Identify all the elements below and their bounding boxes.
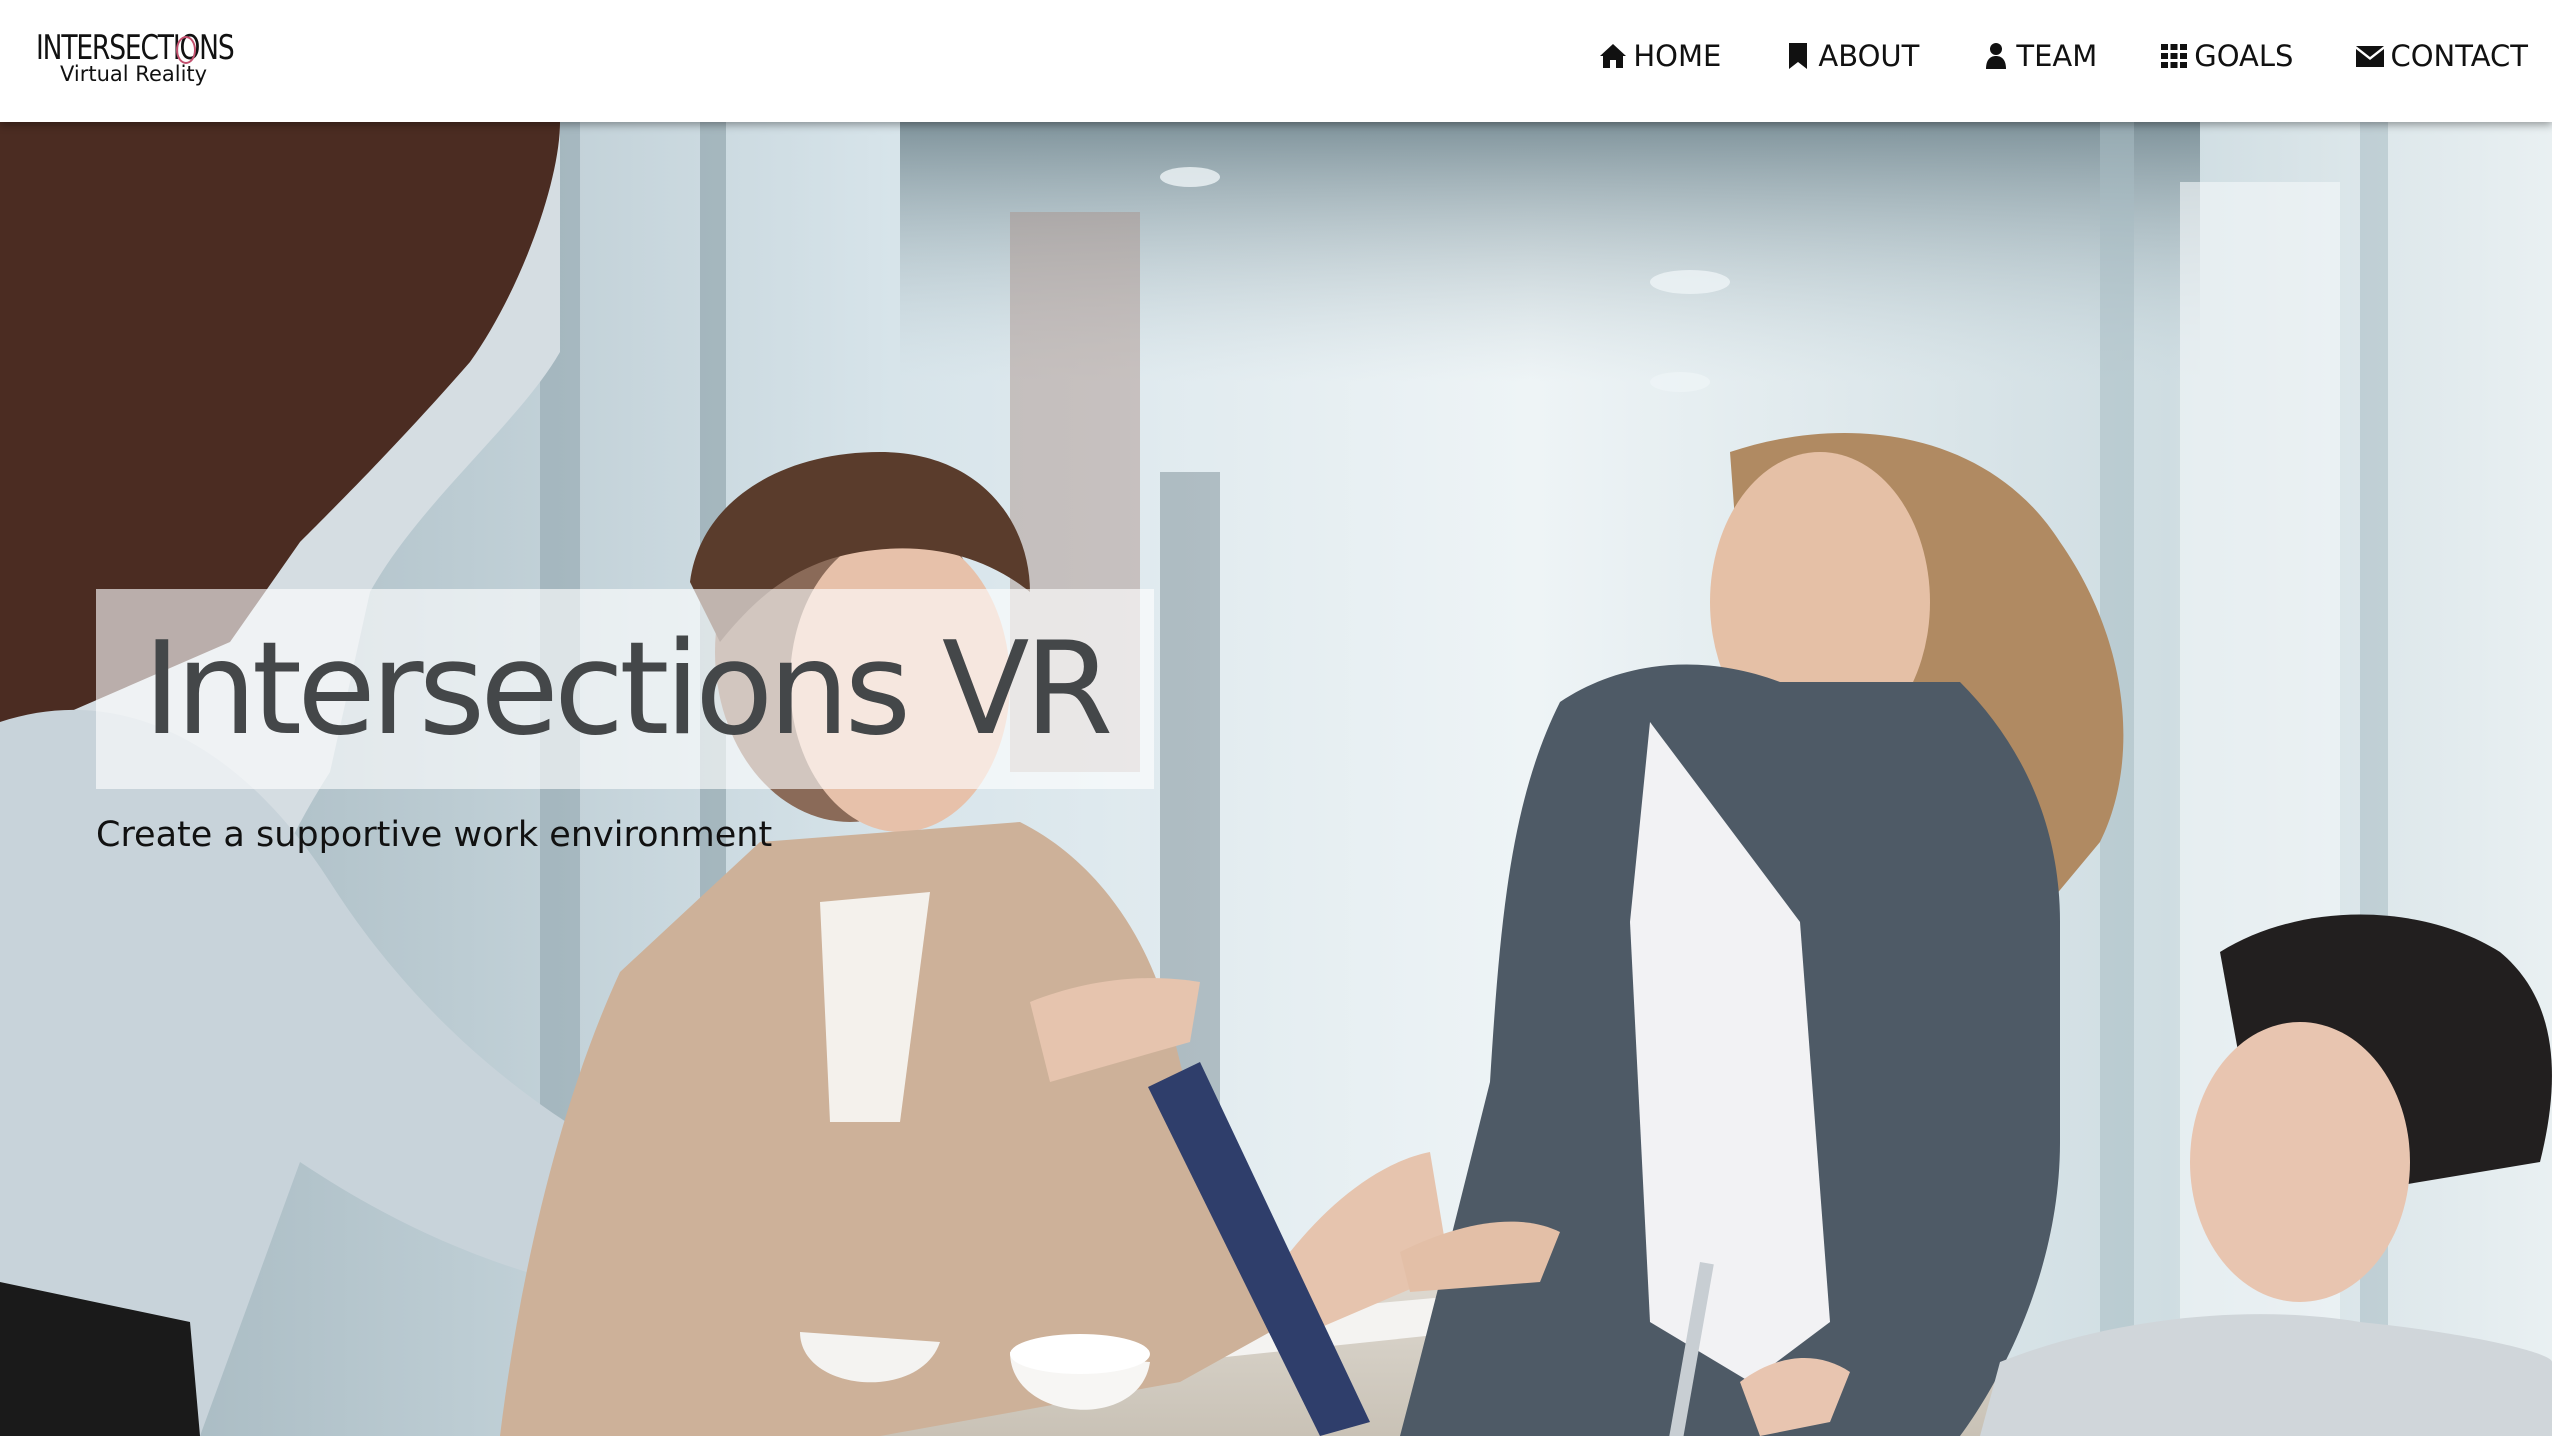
nav-home-link[interactable]: HOME bbox=[1598, 32, 1721, 80]
envelope-icon bbox=[2355, 41, 2385, 71]
nav-about-label: ABOUT bbox=[1818, 39, 1920, 73]
site-logo[interactable]: INTERSECTIONS Virtual Reality bbox=[36, 28, 235, 90]
nav-contact-link[interactable]: CONTACT bbox=[2355, 32, 2528, 80]
nav-goals-link[interactable]: GOALS bbox=[2159, 32, 2293, 80]
nav-team-label: TEAM bbox=[2016, 39, 2098, 73]
main-nav: HOME ABOUT TEAM GOALS CONTACT bbox=[1598, 32, 2528, 80]
hero-title: Intersections VR bbox=[143, 615, 1113, 764]
hero-section: Intersections VR Create a supportive wor… bbox=[0, 122, 2552, 1436]
nav-team-link[interactable]: TEAM bbox=[1981, 32, 2097, 80]
bookmark-icon bbox=[1783, 41, 1813, 71]
logo-ring-icon bbox=[176, 36, 196, 64]
grid-icon bbox=[2159, 41, 2189, 71]
nav-home-label: HOME bbox=[1633, 39, 1722, 73]
top-navbar: INTERSECTIONS Virtual Reality HOME ABOUT bbox=[0, 0, 2552, 122]
user-icon bbox=[1981, 41, 2011, 71]
logo-tagline: Virtual Reality bbox=[60, 62, 208, 86]
hero-title-box: Intersections VR bbox=[96, 589, 1154, 789]
home-icon bbox=[1598, 41, 1628, 71]
hero-subtitle: Create a supportive work environment bbox=[96, 815, 773, 855]
nav-contact-label: CONTACT bbox=[2390, 39, 2528, 73]
nav-about-link[interactable]: ABOUT bbox=[1783, 32, 1919, 80]
nav-goals-label: GOALS bbox=[2194, 39, 2294, 73]
